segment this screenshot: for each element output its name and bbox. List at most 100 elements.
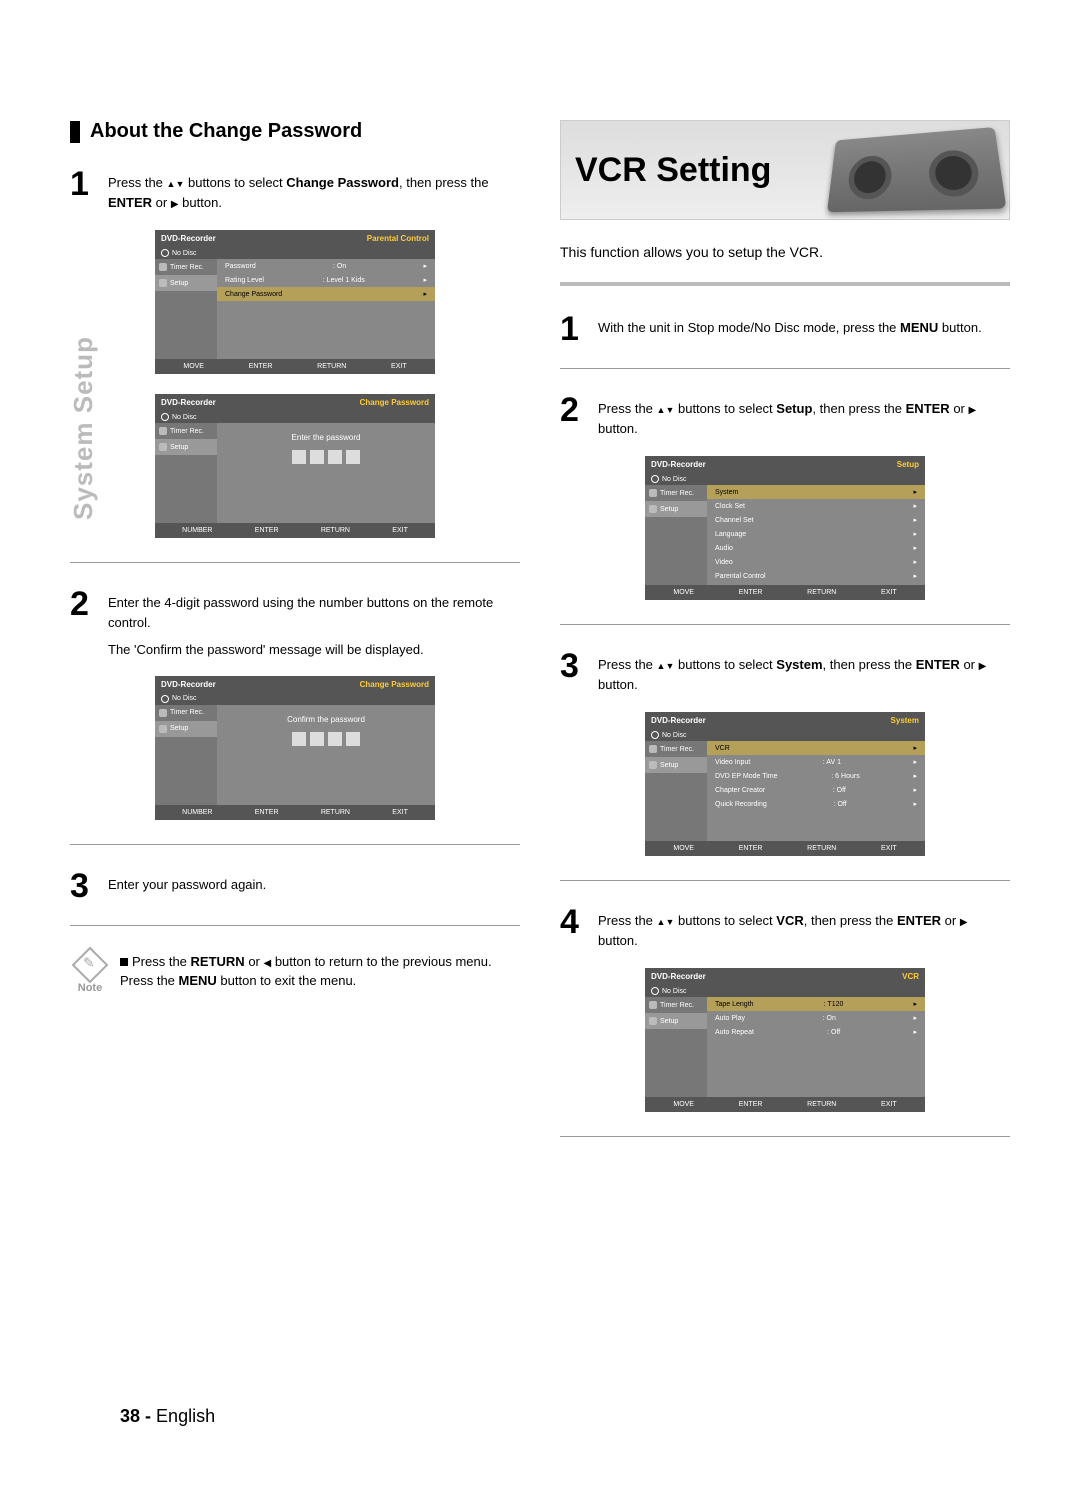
f: RETURN xyxy=(807,845,836,852)
osd-row-highlight: VCR ▸ xyxy=(707,741,925,755)
osd-side-setup: Setup xyxy=(645,1013,707,1029)
chevron-right-icon: ▸ xyxy=(423,276,427,284)
osd-prompt: Confirm the password xyxy=(217,705,435,728)
left-step-2: 2 Enter the 4-digit password using the n… xyxy=(70,587,520,632)
t: buttons to select xyxy=(184,175,286,190)
heading-bar xyxy=(70,121,80,143)
divider xyxy=(560,624,1010,625)
right-icon xyxy=(171,195,179,210)
gear-icon xyxy=(159,725,167,733)
t: Setup xyxy=(170,725,188,732)
divider xyxy=(560,1136,1010,1137)
t: Setup xyxy=(660,1018,678,1025)
k: DVD EP Mode Time xyxy=(715,773,778,780)
gear-icon xyxy=(159,279,167,287)
t: Press the xyxy=(598,401,657,416)
f: EXIT xyxy=(881,845,897,852)
step-text: Press the buttons to select Change Passw… xyxy=(108,167,520,212)
divider xyxy=(70,844,520,845)
osd-row: Channel Set▸ xyxy=(707,513,925,527)
t: Timer Rec. xyxy=(660,1002,694,1009)
step-number: 2 xyxy=(70,587,98,632)
v: : On xyxy=(333,263,346,270)
osd-section: System xyxy=(891,716,919,725)
osd-confirm-password: DVD-RecorderChange Password No Disc Time… xyxy=(155,676,435,820)
osd-row: Password : On ▸ xyxy=(217,259,435,273)
left-heading: About the Change Password xyxy=(70,120,520,143)
t: or xyxy=(941,913,960,928)
t: MENU xyxy=(179,973,217,988)
osd-side-timer: Timer Rec. xyxy=(155,259,217,275)
osd-prompt: Enter the password xyxy=(217,423,435,446)
t: , then press the xyxy=(804,913,897,928)
osd-nodisc: No Disc xyxy=(155,247,435,259)
f: ENTER xyxy=(249,363,273,370)
timer-icon xyxy=(159,427,167,435)
k: Clock Set xyxy=(715,503,745,510)
t: buttons to select xyxy=(674,401,776,416)
f: MOVE xyxy=(183,363,204,370)
osd-title: DVD-Recorder xyxy=(161,234,216,243)
step-number: 3 xyxy=(560,649,588,694)
k: Channel Set xyxy=(715,517,754,524)
osd-section: Setup xyxy=(897,460,919,469)
t: ENTER xyxy=(916,657,960,672)
right-icon xyxy=(969,401,977,416)
gear-icon xyxy=(649,761,657,769)
note-text: Press the RETURN or button to return to … xyxy=(120,952,520,994)
osd-side-timer: Timer Rec. xyxy=(155,705,217,721)
page-language: English xyxy=(156,1406,215,1426)
k: Video Input xyxy=(715,759,750,766)
password-boxes xyxy=(217,728,435,756)
step-number: 4 xyxy=(560,905,588,950)
t: Timer Rec. xyxy=(170,709,204,716)
timer-icon xyxy=(159,263,167,271)
step-text: With the unit in Stop mode/No Disc mode,… xyxy=(598,312,1010,346)
osd-title: DVD-Recorder xyxy=(161,680,216,689)
t: RETURN xyxy=(191,954,245,969)
f: ENTER xyxy=(255,527,279,534)
osd-side-timer: Timer Rec. xyxy=(155,423,217,439)
k: Language xyxy=(715,531,746,538)
t: Timer Rec. xyxy=(170,264,204,271)
timer-icon xyxy=(649,745,657,753)
t: Press the xyxy=(120,973,179,988)
gear-icon xyxy=(159,443,167,451)
chevron-right-icon: ▸ xyxy=(913,544,917,552)
t: or xyxy=(960,657,979,672)
chevron-right-icon: ▸ xyxy=(913,1014,917,1022)
osd-system: DVD-RecorderSystem No Disc Timer Rec. Se… xyxy=(645,712,925,856)
osd-side-timer: Timer Rec. xyxy=(645,485,707,501)
f: EXIT xyxy=(881,1101,897,1108)
timer-icon xyxy=(649,489,657,497)
t: System xyxy=(776,657,822,672)
t: Setup xyxy=(660,506,678,513)
timer-icon xyxy=(649,1001,657,1009)
intro-text: This function allows you to setup the VC… xyxy=(560,244,1010,260)
osd-nodisc: No Disc xyxy=(155,693,435,705)
t: buttons to select xyxy=(674,913,776,928)
k: Auto Play xyxy=(715,1015,745,1022)
note-block: Note Press the RETURN or button to retur… xyxy=(70,952,520,994)
osd-side-timer: Timer Rec. xyxy=(645,997,707,1013)
t: , then press the xyxy=(399,175,489,190)
chevron-right-icon: ▸ xyxy=(913,744,917,752)
section-tab: System Setup xyxy=(68,336,99,520)
note-tag: Note xyxy=(70,952,110,994)
timer-icon xyxy=(159,709,167,717)
f: EXIT xyxy=(881,589,897,596)
osd-row: Language▸ xyxy=(707,527,925,541)
t: Change Password xyxy=(286,175,399,190)
f: NUMBER xyxy=(182,809,212,816)
k: VCR xyxy=(715,745,730,752)
right-step-2: 2 Press the buttons to select Setup, the… xyxy=(560,393,1010,438)
osd-row-highlight: Change Password▸ xyxy=(217,287,435,301)
t: or xyxy=(152,195,171,210)
f: RETURN xyxy=(807,589,836,596)
t: With the unit in Stop mode/No Disc mode,… xyxy=(598,320,900,335)
t: buttons to select xyxy=(674,657,776,672)
chevron-right-icon: ▸ xyxy=(423,262,427,270)
chevron-right-icon: ▸ xyxy=(913,772,917,780)
k: Password xyxy=(225,263,256,270)
t: ENTER xyxy=(108,195,152,210)
